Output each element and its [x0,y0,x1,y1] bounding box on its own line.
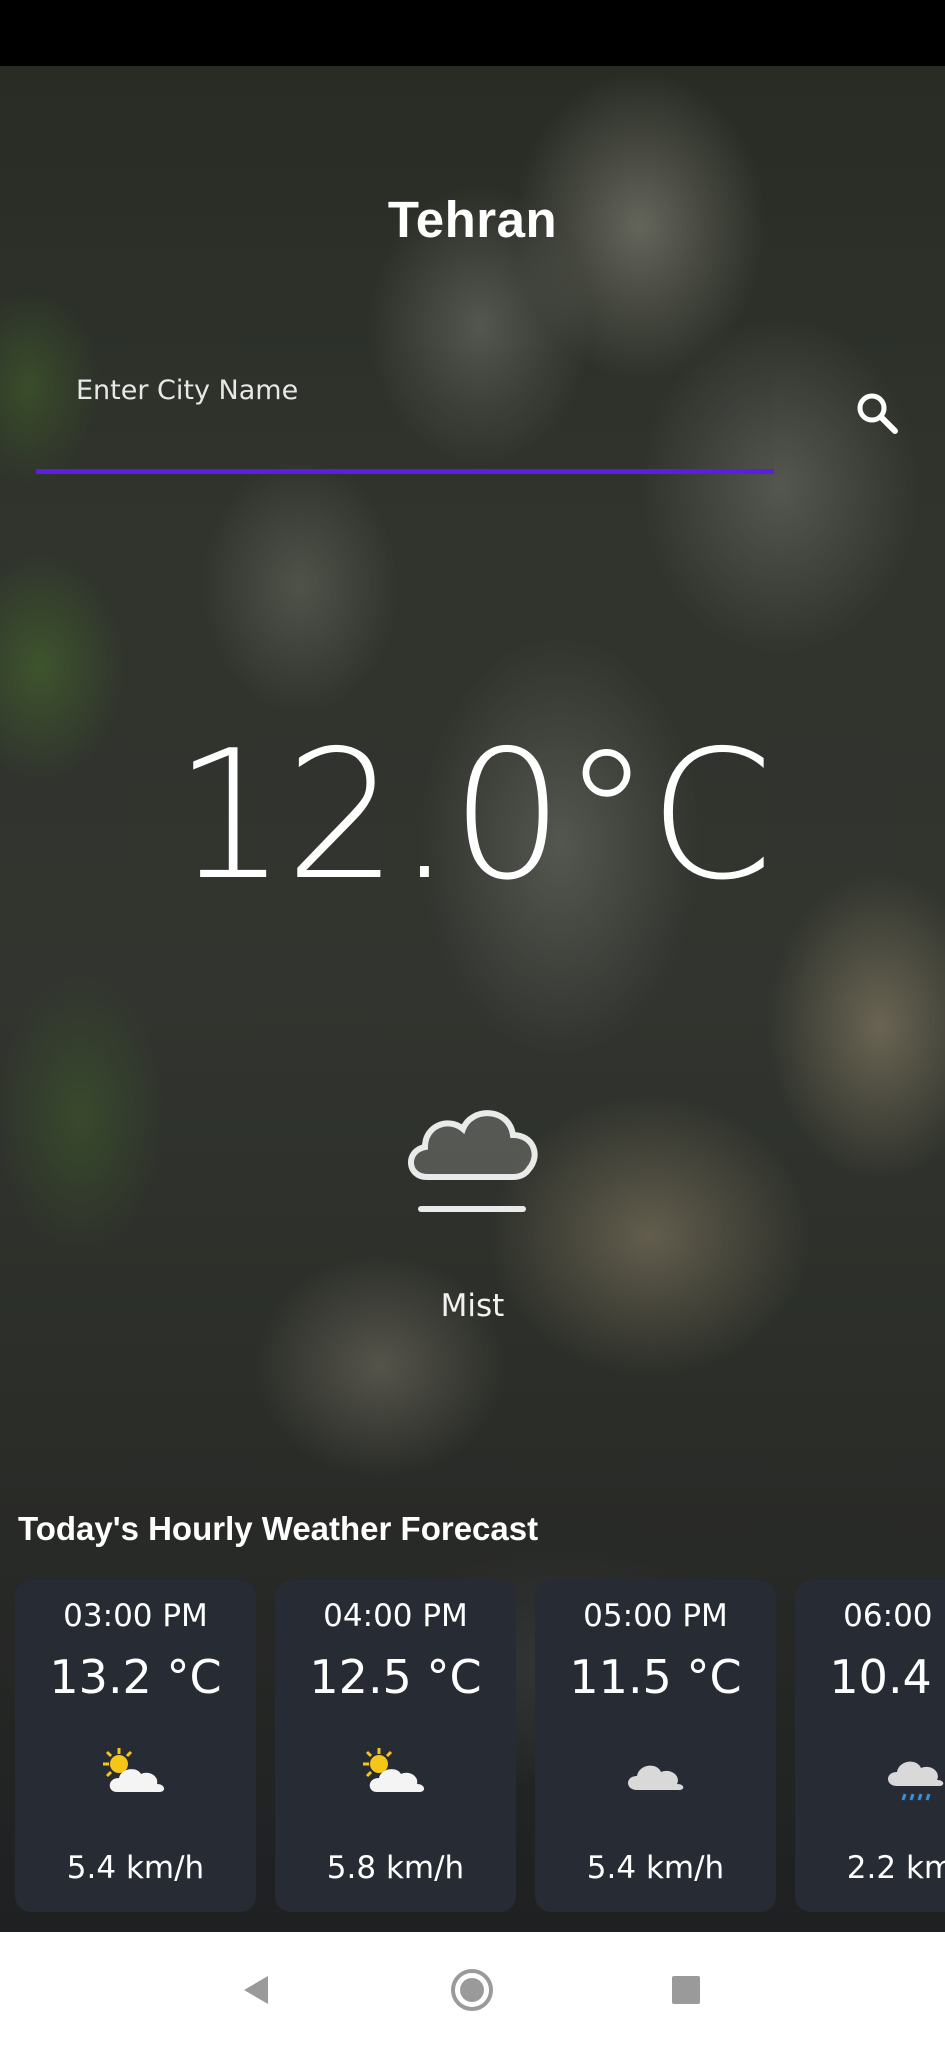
search-button[interactable] [842,378,912,448]
search-field[interactable] [36,350,774,474]
hourly-wind: 5.4 km/h [66,1850,205,1886]
cloud-rain-icon [888,1761,944,1801]
hourly-time: 03:00 PM [63,1598,208,1634]
city-title: Tehran [387,191,558,248]
hourly-time: 04:00 PM [323,1598,468,1634]
hourly-wind: 5.8 km/h [326,1850,465,1886]
hourly-card[interactable]: 06:00 PM 10.4 °C 2.2 km/h [795,1580,945,1912]
hourly-time: 05:00 PM [583,1598,728,1634]
hourly-forecast-title: Today's Hourly Weather Forecast [18,1510,539,1547]
weather-condition: Mist [440,1288,505,1324]
hourly-temperature: 13.2 °C [49,1650,222,1704]
recents-icon [672,1976,700,2004]
mist-cloud-icon [408,1110,538,1212]
hourly-temperature: 11.5 °C [569,1650,742,1704]
partly-sunny-icon [103,1748,165,1792]
partly-sunny-icon [363,1748,425,1792]
cloud-icon [628,1765,684,1790]
hourly-card[interactable]: 05:00 PM 11.5 °C 5.4 km/h [535,1580,776,1912]
hourly-temperature: 10.4 °C [829,1650,945,1704]
system-nav-bar [0,1932,945,2048]
home-button[interactable] [442,1960,502,2020]
hourly-card[interactable]: 03:00 PM 13.2 °C 5.4 km/h [15,1580,256,1912]
hourly-wind: 5.4 km/h [586,1850,725,1886]
search-icon [857,393,898,434]
current-temperature: 12.0°C [173,712,774,919]
back-button[interactable] [226,1960,286,2020]
recents-button[interactable] [656,1960,716,2020]
home-icon [451,1969,493,2011]
hourly-card[interactable]: 04:00 PM 12.5 °C 5.8 km/h [275,1580,516,1912]
hourly-time: 06:00 PM [843,1598,945,1634]
city-search-input[interactable] [76,360,716,420]
hourly-temperature: 12.5 °C [309,1650,482,1704]
hourly-forecast-list[interactable]: 03:00 PM 13.2 °C 5.4 km/h 04:00 PM 12.5 … [15,1580,945,1912]
back-icon [244,1976,268,2004]
status-bar [0,0,945,66]
hourly-wind: 2.2 km/h [846,1850,945,1886]
